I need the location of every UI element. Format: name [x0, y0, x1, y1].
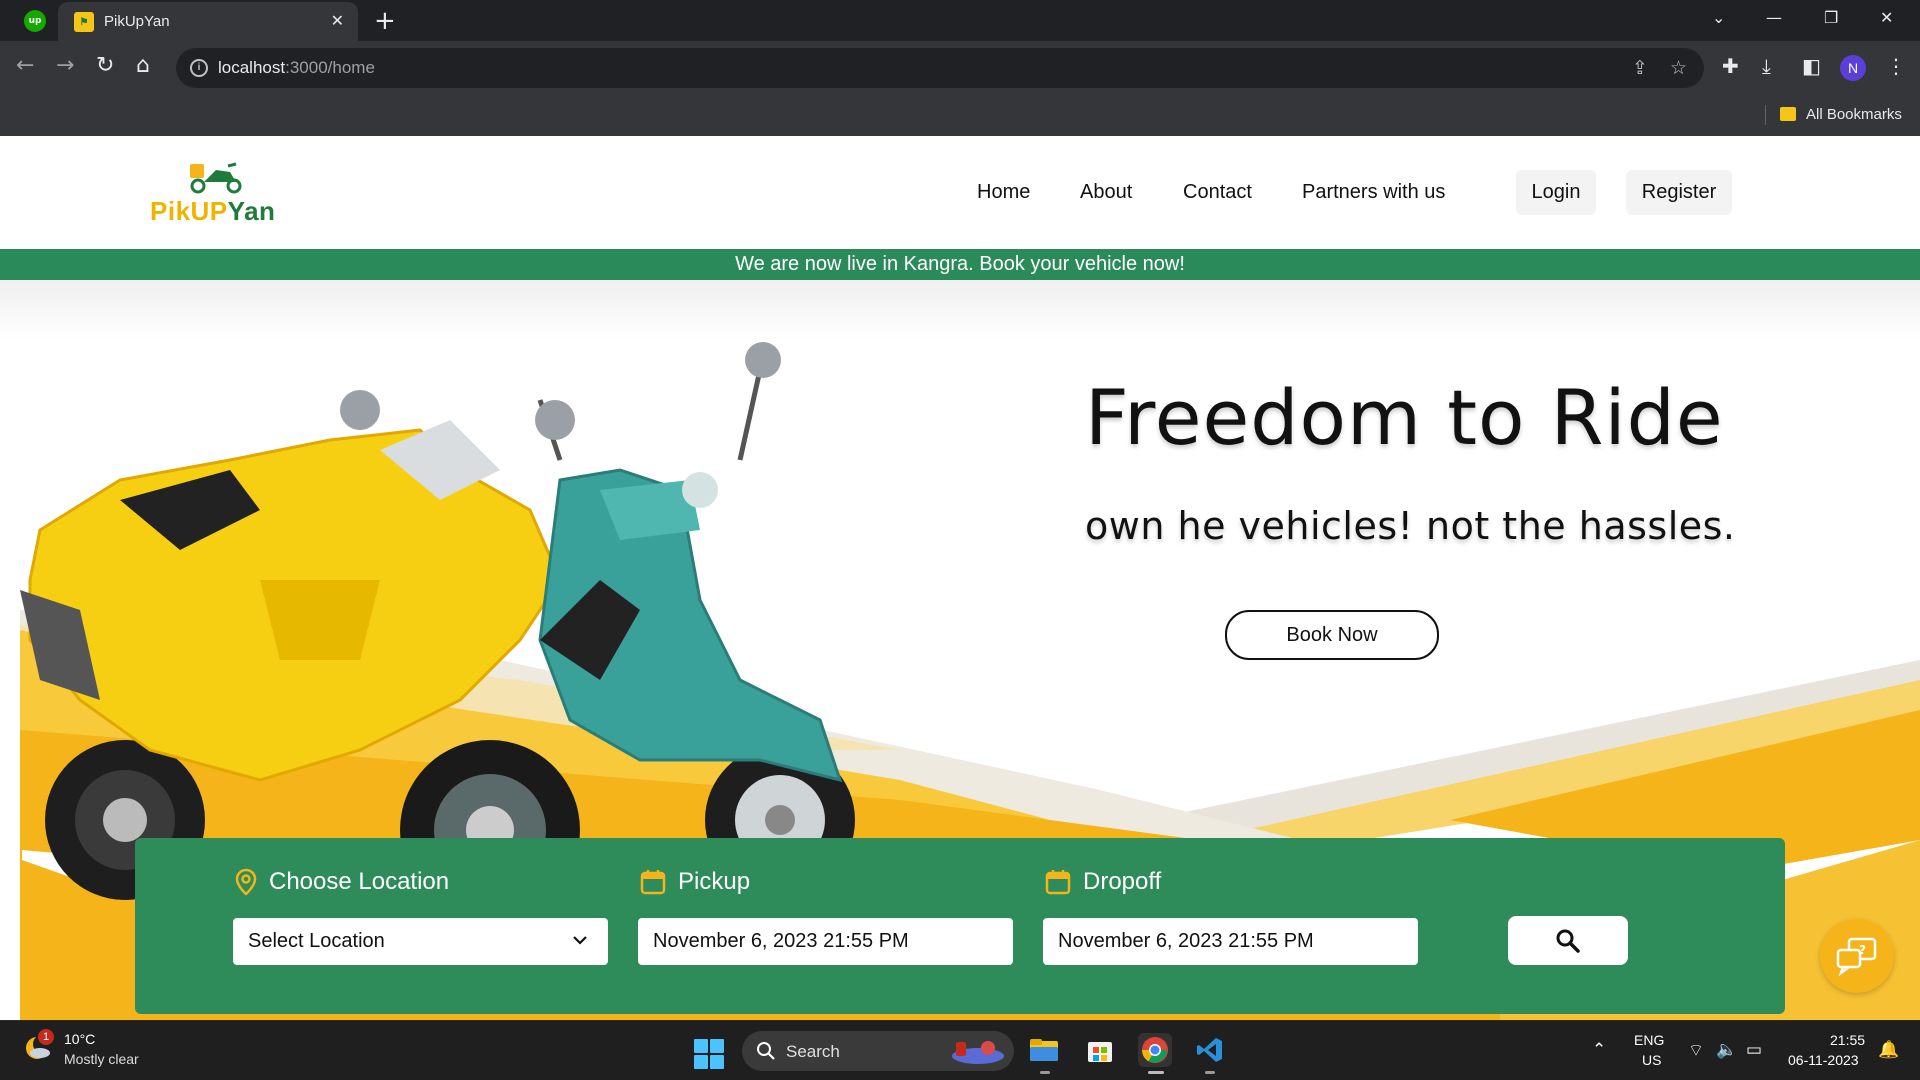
all-bookmarks-link[interactable]: All Bookmarks: [1806, 106, 1902, 123]
notification-bell-icon[interactable]: 🔔: [1878, 1040, 1899, 1060]
vscode-icon[interactable]: [1193, 1033, 1227, 1067]
bookmarks-folder-icon: [1780, 107, 1796, 121]
booking-search-panel: Choose Location Pickup Dropoff Select Lo…: [135, 838, 1785, 1014]
battery-icon[interactable]: ▭: [1746, 1040, 1762, 1060]
file-explorer-running-indicator: [1040, 1071, 1050, 1074]
taskbar-search-label: Search: [786, 1042, 840, 1061]
browser-tab-active[interactable]: ⚑ PikUpYan ✕: [58, 2, 358, 41]
location-select[interactable]: Select Location: [233, 918, 608, 965]
back-icon[interactable]: ←: [16, 55, 34, 77]
windows-taskbar: 1 10°C Mostly clear Search ⌃ ENG US ⌔ 🔈 …: [0, 1020, 1920, 1080]
nav-about-link[interactable]: About: [1080, 181, 1132, 204]
hero-subtitle: own he vehicles! not the hassles.: [1085, 504, 1736, 548]
help-chat-button[interactable]: ?: [1820, 919, 1894, 993]
location-pin-icon: [235, 868, 257, 896]
address-bar[interactable]: i localhost:3000/home ⇪ ☆: [176, 48, 1704, 88]
nav-home-link[interactable]: Home: [977, 181, 1030, 204]
dropoff-label-text: Dropoff: [1083, 868, 1162, 895]
new-tab-icon[interactable]: +: [374, 6, 396, 36]
nav-contact-link[interactable]: Contact: [1183, 181, 1252, 204]
pickup-label: Pickup: [640, 868, 750, 896]
profile-avatar[interactable]: N: [1840, 55, 1866, 81]
site-header: PikUPYan Home About Contact Partners wit…: [0, 136, 1920, 249]
site-info-icon[interactable]: i: [190, 59, 208, 77]
microsoft-store-icon[interactable]: [1083, 1033, 1117, 1067]
login-button[interactable]: Login: [1516, 170, 1596, 215]
downloads-icon[interactable]: ⤓: [1762, 54, 1771, 78]
search-icon: [1556, 929, 1580, 953]
browser-tab-bar: up ⚑ PikUpYan ✕ + ⌄ — ❐ ✕: [0, 0, 1920, 41]
extensions-icon[interactable]: ✚: [1722, 54, 1739, 78]
browser-toolbar: ← → ↻ ⌂ i localhost:3000/home ⇪ ☆ ✚ ⤓ ◧ …: [0, 41, 1920, 95]
vscode-running-indicator: [1205, 1071, 1215, 1074]
hero-title: Freedom to Ride: [1085, 373, 1724, 462]
address-url[interactable]: localhost:3000/home: [218, 58, 375, 78]
bookmark-star-icon[interactable]: ☆: [1670, 57, 1687, 79]
weather-badge: 1: [38, 1029, 54, 1045]
book-now-button[interactable]: Book Now: [1225, 610, 1439, 660]
show-hidden-icons-chevron-icon[interactable]: ⌃: [1592, 1040, 1606, 1060]
upwork-app-icon[interactable]: up: [24, 10, 46, 32]
chrome-running-indicator: [1148, 1071, 1164, 1074]
clock-date[interactable]: 06-11-2023: [1788, 1052, 1859, 1068]
bookmarks-divider: [1765, 105, 1766, 125]
tab-favicon-icon: ⚑: [74, 12, 94, 32]
volume-icon[interactable]: 🔈: [1716, 1040, 1737, 1060]
pickup-datetime-input[interactable]: November 6, 2023 21:55 PM: [638, 918, 1013, 965]
side-panel-icon[interactable]: ◧: [1802, 54, 1821, 78]
location-label-text: Choose Location: [269, 868, 450, 895]
scooter-logo-icon: [190, 162, 242, 194]
search-highlight-icon: [952, 1041, 1004, 1064]
pickup-label-text: Pickup: [678, 868, 751, 895]
forward-icon[interactable]: →: [56, 55, 74, 77]
chat-help-icon: ?: [1836, 937, 1877, 976]
share-icon[interactable]: ⇪: [1632, 57, 1648, 79]
calendar-icon: [1045, 870, 1071, 895]
home-icon[interactable]: ⌂: [136, 55, 150, 77]
close-window-icon[interactable]: ✕: [1880, 8, 1893, 27]
clock-time[interactable]: 21:55: [1830, 1032, 1865, 1048]
dropoff-datetime-input[interactable]: November 6, 2023 21:55 PM: [1043, 918, 1418, 965]
announcement-banner: We are now live in Kangra. Book your veh…: [0, 249, 1920, 280]
file-explorer-icon[interactable]: [1027, 1033, 1061, 1067]
dropoff-label: Dropoff: [1045, 868, 1161, 896]
search-icon: [757, 1042, 775, 1060]
calendar-icon: [640, 870, 666, 895]
language-indicator-top[interactable]: ENG: [1634, 1032, 1664, 1048]
bookmarks-bar: All Bookmarks: [0, 95, 1920, 137]
wifi-icon[interactable]: ⌔: [1688, 1040, 1704, 1061]
minimize-icon[interactable]: —: [1766, 8, 1782, 27]
taskbar-search-box[interactable]: Search: [742, 1031, 1014, 1071]
restore-icon[interactable]: ❐: [1824, 8, 1838, 27]
weather-temperature[interactable]: 10°C: [64, 1031, 95, 1047]
register-button[interactable]: Register: [1626, 170, 1732, 215]
reload-icon[interactable]: ↻: [96, 55, 114, 77]
language-indicator-bottom[interactable]: US: [1642, 1052, 1661, 1068]
weather-description[interactable]: Mostly clear: [64, 1051, 139, 1067]
svg-text:?: ?: [1859, 943, 1866, 957]
chevron-down-icon: [573, 936, 587, 945]
search-button[interactable]: [1508, 916, 1628, 965]
location-select-value: Select Location: [248, 930, 385, 952]
chrome-icon[interactable]: [1138, 1033, 1172, 1067]
nav-partners-link[interactable]: Partners with us: [1302, 181, 1445, 204]
menu-kebab-icon[interactable]: ⋮: [1886, 54, 1906, 78]
tab-search-chevron-icon[interactable]: ⌄: [1712, 8, 1725, 27]
site-logo[interactable]: PikUPYan: [150, 160, 280, 230]
tab-close-icon[interactable]: ✕: [331, 11, 344, 31]
logo-wordmark: PikUPYan: [150, 196, 276, 226]
tab-title: PikUpYan: [104, 13, 170, 30]
location-label: Choose Location: [235, 868, 449, 896]
windows-start-icon[interactable]: [694, 1039, 724, 1069]
